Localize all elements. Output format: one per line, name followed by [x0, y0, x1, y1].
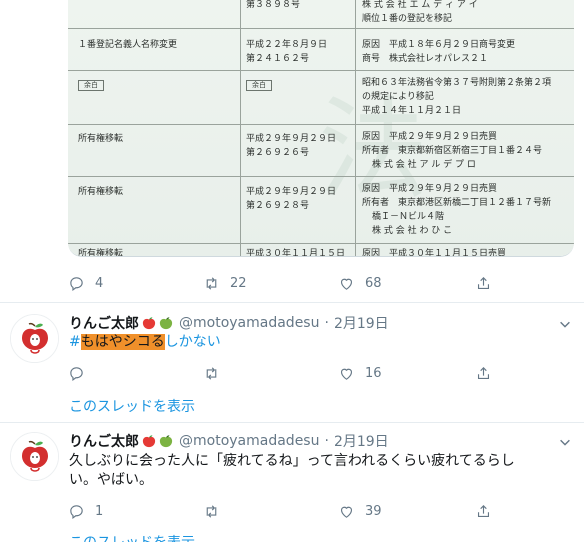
like-count: 68 — [365, 275, 382, 291]
tweet-text: 久しぶりに会った人に「疲れてるね」って言われるくらい疲れてるらし い。やばい。 — [69, 452, 569, 490]
reply-button[interactable]: 4 — [68, 270, 103, 296]
like-icon — [340, 278, 353, 290]
share-button[interactable] — [475, 270, 492, 296]
like-count: 16 — [365, 365, 382, 381]
tweet-text: #もはやシコるしかない — [69, 333, 569, 352]
display-name[interactable]: りんご太郎 — [69, 431, 139, 451]
doc-cell: 所有権移転 — [78, 249, 124, 257]
like-icon — [340, 368, 353, 380]
doc-cell: 昭和６３年法務省令第３７号附則第２条第２項 — [362, 78, 552, 88]
doc-cell: 所有権移転 — [78, 134, 124, 144]
share-button[interactable] — [475, 498, 492, 524]
doc-cell: 橋Ｉ－Ｎビル４階 — [372, 212, 445, 222]
reply-button[interactable] — [68, 360, 95, 386]
doc-cell: 第３８９８号 — [246, 0, 301, 10]
doc-cell: 平成２９年９月２９日 — [246, 187, 337, 197]
doc-cell: 原因 平成２９年９月２９日売買 — [362, 184, 498, 194]
doc-stamp: 余白 — [78, 80, 104, 91]
show-thread-link[interactable]: このスレッドを表示 — [69, 396, 195, 416]
share-icon — [477, 276, 490, 289]
reply-count: 4 — [95, 275, 104, 291]
tweet-header: りんご太郎 @motoyamadadesu · 2月19日 — [69, 431, 389, 451]
retweet-icon — [206, 366, 217, 380]
like-button[interactable]: 68 — [338, 270, 382, 296]
reply-icon — [70, 366, 83, 381]
retweet-button[interactable] — [203, 360, 230, 386]
doc-cell: 所有者 東京都新宿区新宿三丁目１番２４号 — [362, 146, 543, 156]
green-apple-icon — [159, 317, 173, 330]
avatar[interactable] — [10, 314, 59, 363]
doc-cell: 株 式 会 社 わ ひ こ — [372, 226, 453, 236]
tweet-text-line: い。やばい。 — [69, 472, 153, 488]
tweet-actions: 16 — [68, 360, 528, 386]
show-thread-link[interactable]: このスレッドを表示 — [69, 532, 195, 542]
doc-cell: 第２４１６２号 — [246, 54, 310, 64]
header-separator: · — [324, 315, 329, 331]
doc-cell: 第２６９２６号 — [246, 148, 310, 158]
avatar[interactable] — [10, 432, 59, 481]
share-button[interactable] — [475, 360, 492, 386]
doc-cell: 株 式 会 社 エ ム デ ィ ア イ — [362, 0, 478, 10]
doc-cell: 平成３０年１１月１５日 — [246, 249, 346, 257]
doc-cell: １番登記名義人名称変更 — [78, 40, 178, 50]
doc-cell: 平成２２年８月９日 — [246, 40, 328, 50]
like-button[interactable]: 39 — [338, 498, 382, 524]
tweet-actions: 1 39 — [68, 498, 528, 524]
retweet-button[interactable] — [203, 498, 230, 524]
reply-icon — [70, 504, 83, 519]
tweet-media-image[interactable]: 法 第３８９８号 株 式 会 社 エ ム デ ィ ア イ 順位１番の登記を移記 … — [68, 0, 574, 257]
tweet-menu-button[interactable] — [558, 316, 572, 330]
retweet-icon — [206, 276, 217, 290]
red-apple-icon — [142, 317, 156, 330]
retweet-button[interactable]: 22 — [203, 270, 247, 296]
tweet-date[interactable]: 2月19日 — [334, 313, 389, 333]
tweet-header: りんご太郎 @motoyamadadesu · 2月19日 — [69, 313, 389, 333]
hashtag-rest: しかない — [164, 334, 221, 350]
chevron-down-icon — [560, 321, 570, 328]
registry-document: 法 第３８９８号 株 式 会 社 エ ム デ ィ ア イ 順位１番の登記を移記 … — [68, 0, 574, 257]
tweet-date[interactable]: 2月19日 — [334, 431, 389, 451]
doc-cell: 第２６９２８号 — [246, 201, 310, 211]
doc-cell: 原因 平成１８年６月２９日商号変更 — [362, 40, 516, 50]
hashtag-highlighted: もはやシコる — [80, 334, 165, 350]
doc-cell: 株 式 会 社 ア ル デ プ ロ — [372, 160, 476, 170]
doc-cell: 原因 平成３０年１１月１５日売買 — [362, 249, 507, 257]
share-icon — [477, 366, 490, 379]
doc-cell: 順位１番の登記を移記 — [362, 14, 453, 24]
doc-cell: 所有権移転 — [78, 187, 124, 197]
user-handle[interactable]: @motoyamadadesu — [179, 433, 319, 449]
user-handle[interactable]: @motoyamadadesu — [179, 315, 319, 331]
doc-stamp: 余白 — [246, 80, 272, 91]
header-separator: · — [324, 433, 329, 449]
doc-cell: 平成１４年１１月２１日 — [362, 106, 462, 116]
retweet-icon — [206, 504, 217, 518]
doc-cell: の規定により移記 — [362, 92, 434, 102]
apple-avatar — [11, 315, 58, 362]
green-apple-icon — [159, 435, 173, 448]
tweet-separator — [0, 302, 584, 303]
doc-cell: 原因 平成２９年９月２９日売買 — [362, 132, 498, 142]
retweet-count: 22 — [230, 275, 247, 291]
tweet-separator — [0, 422, 584, 423]
display-name[interactable]: りんご太郎 — [69, 313, 139, 333]
doc-cell: 平成２９年９月２９日 — [246, 134, 337, 144]
like-count: 39 — [365, 503, 382, 519]
chevron-down-icon — [560, 439, 570, 446]
tweet-actions: 4 22 68 — [68, 270, 528, 296]
doc-cell: 商号 株式会社レオパレス２１ — [362, 54, 489, 64]
like-button[interactable]: 16 — [338, 360, 382, 386]
tweet-text-line: 久しぶりに会った人に「疲れてるね」って言われるくらい疲れてるらし — [69, 453, 515, 469]
apple-avatar — [11, 433, 58, 480]
reply-icon — [70, 276, 83, 291]
red-apple-icon — [142, 435, 156, 448]
hashtag-link[interactable]: #もはやシコるしかない — [69, 334, 221, 350]
hashtag-prefix: # — [69, 334, 81, 350]
reply-button[interactable]: 1 — [68, 498, 103, 524]
reply-count: 1 — [95, 503, 104, 519]
tweet-menu-button[interactable] — [558, 434, 572, 448]
doc-cell: 所有者 東京都港区新橋二丁目１２番１７号新 — [362, 198, 552, 208]
like-icon — [340, 506, 353, 518]
share-icon — [477, 504, 490, 517]
